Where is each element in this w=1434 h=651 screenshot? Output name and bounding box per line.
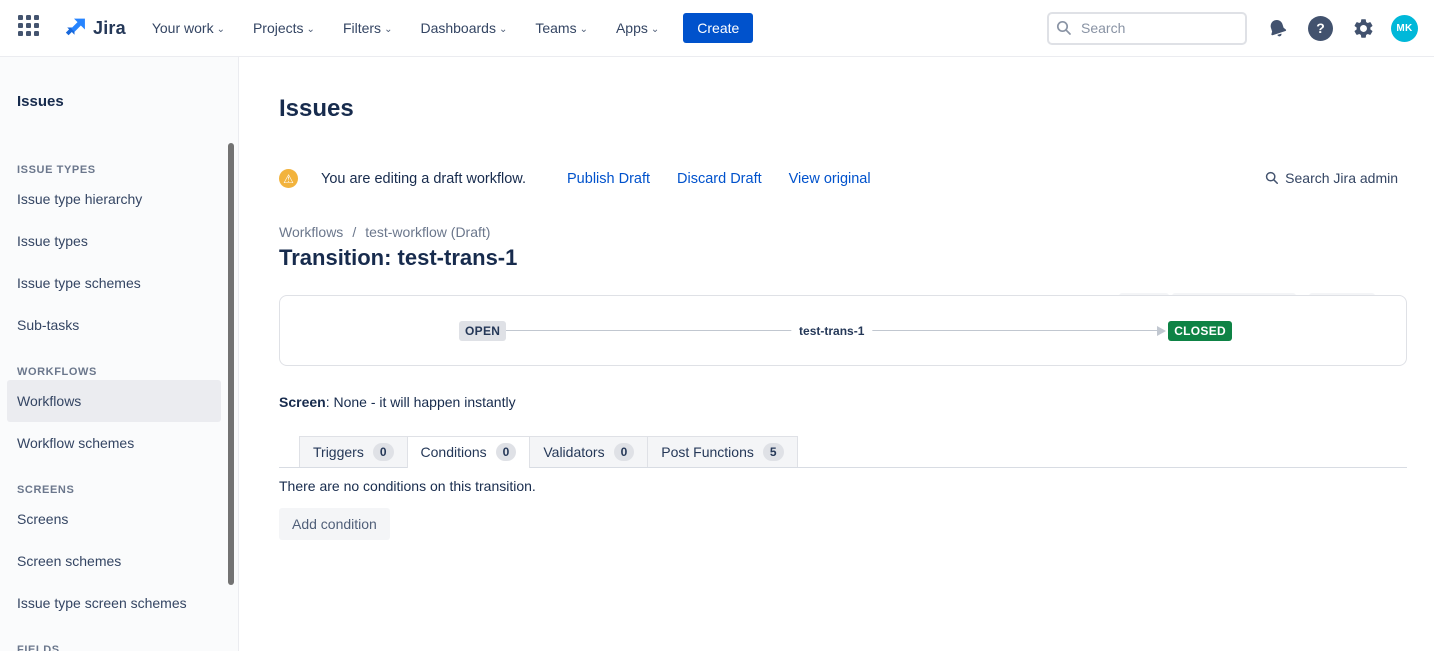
transition-diagram: OPEN test-trans-1 CLOSED — [279, 295, 1407, 366]
search-jira-admin-link[interactable]: Search Jira admin — [1265, 170, 1398, 186]
sidebar-item-sub-tasks[interactable]: Sub-tasks — [0, 304, 221, 346]
jira-logo[interactable]: Jira — [62, 16, 126, 41]
publish-draft-link[interactable]: Publish Draft — [567, 171, 650, 187]
tab-count-badge: 0 — [614, 443, 635, 461]
breadcrumb-workflows-link[interactable]: Workflows — [279, 224, 343, 240]
empty-conditions-message: There are no conditions on this transiti… — [279, 478, 1407, 494]
nav-menu-dashboards[interactable]: Dashboards⌄ — [410, 14, 517, 42]
status-open-badge[interactable]: OPEN — [459, 321, 506, 341]
sidebar-item-workflows[interactable]: Workflows — [7, 380, 221, 422]
sidebar-section: WORKFLOWS WorkflowsWorkflow schemes — [0, 366, 238, 464]
nav-menu-filters[interactable]: Filters⌄ — [333, 14, 403, 42]
sidebar-scrollbar[interactable] — [228, 143, 234, 585]
sidebar-item-issue-type-hierarchy[interactable]: Issue type hierarchy — [0, 178, 221, 220]
tab-count-badge: 0 — [496, 443, 517, 461]
nav-menu-apps[interactable]: Apps⌄ — [606, 14, 669, 42]
sidebar-section-label: FIELDS — [17, 644, 222, 651]
search-icon — [1056, 20, 1072, 41]
transition-title: Transition: test-trans-1 — [279, 245, 1407, 271]
transition-label[interactable]: test-trans-1 — [791, 324, 872, 338]
settings-gear-icon[interactable] — [1352, 17, 1375, 40]
sidebar-item-issue-type-schemes[interactable]: Issue type schemes — [0, 262, 221, 304]
chevron-down-icon: ⌄ — [217, 24, 225, 35]
sidebar-section: FIELDS — [0, 644, 238, 651]
screen-info-value: : None - it will happen instantly — [326, 394, 516, 410]
sidebar-section-label: WORKFLOWS — [17, 366, 222, 380]
transition-tabs: Triggers 0 Conditions 0 Validators 0 Pos… — [279, 436, 1407, 468]
tab-count-badge: 5 — [763, 443, 784, 461]
app-switcher-icon[interactable] — [18, 15, 44, 41]
magnifier-icon — [1265, 171, 1279, 185]
arrow-head-icon — [1157, 326, 1166, 336]
discard-draft-link[interactable]: Discard Draft — [677, 171, 762, 187]
chevron-down-icon: ⌄ — [651, 24, 659, 35]
search-input[interactable] — [1047, 12, 1247, 45]
sidebar-item-issue-types[interactable]: Issue types — [0, 220, 221, 262]
transition-line: test-trans-1 — [506, 330, 1157, 331]
main-content: Issues Search Jira admin ⚠ You are editi… — [239, 57, 1434, 651]
user-avatar[interactable]: MK — [1391, 15, 1418, 42]
page-title: Issues — [279, 95, 1407, 123]
create-button[interactable]: Create — [683, 13, 753, 43]
sidebar-section-label: SCREENS — [17, 484, 222, 498]
nav-menu-teams[interactable]: Teams⌄ — [525, 14, 598, 42]
draft-banner: ⚠ You are editing a draft workflow. Publ… — [279, 169, 1407, 188]
chevron-down-icon: ⌄ — [499, 24, 507, 35]
warning-icon: ⚠ — [279, 169, 298, 188]
sidebar-item-screen-schemes[interactable]: Screen schemes — [0, 540, 221, 582]
app-name: Jira — [93, 18, 126, 39]
sidebar-section-label: ISSUE TYPES — [17, 164, 222, 178]
admin-sidebar: Issues ISSUE TYPES Issue type hierarchyI… — [0, 57, 239, 651]
tab-count-badge: 0 — [373, 443, 394, 461]
screen-info-label: Screen — [279, 394, 326, 410]
top-nav: Jira Your work⌄ Projects⌄ Filters⌄Dashboar… — [0, 0, 1434, 57]
add-condition-button[interactable]: Add condition — [279, 508, 390, 540]
jira-logo-icon — [62, 16, 87, 41]
tab-validators[interactable]: Validators 0 — [529, 436, 648, 467]
breadcrumb-current: test-workflow (Draft) — [365, 224, 490, 240]
sidebar-item-workflow-schemes[interactable]: Workflow schemes — [0, 422, 221, 464]
sidebar-item-issue-type-screen-schemes[interactable]: Issue type screen schemes — [0, 582, 221, 624]
global-search — [1047, 12, 1247, 45]
help-icon[interactable]: ? — [1308, 16, 1333, 41]
chevron-down-icon: ⌄ — [580, 24, 588, 35]
nav-menu-projects[interactable]: Projects⌄ — [243, 14, 325, 42]
tab-triggers[interactable]: Triggers 0 — [299, 436, 408, 467]
sidebar-title: Issues — [17, 93, 222, 110]
chevron-down-icon: ⌄ — [384, 24, 392, 35]
sidebar-item-screens[interactable]: Screens — [0, 498, 221, 540]
screen-info: Screen: None - it will happen instantly — [279, 394, 1407, 410]
notifications-bell-icon[interactable] — [1263, 14, 1292, 43]
nav-menu-your-work[interactable]: Your work⌄ — [142, 14, 235, 42]
tab-conditions[interactable]: Conditions 0 — [407, 436, 531, 468]
view-original-link[interactable]: View original — [789, 171, 871, 187]
breadcrumb: Workflows / test-workflow (Draft) — [279, 224, 1407, 240]
draft-banner-actions: Publish Draft Discard Draft View original — [540, 171, 871, 187]
tab-post-functions[interactable]: Post Functions 5 — [647, 436, 797, 467]
nav-menus: Your work⌄ Projects⌄ Filters⌄Dashboards⌄ Te… — [142, 14, 677, 42]
breadcrumb-separator: / — [352, 224, 356, 240]
draft-banner-message: You are editing a draft workflow. — [321, 171, 526, 187]
sidebar-section: ISSUE TYPES Issue type hierarchyIssue ty… — [0, 164, 238, 346]
chevron-down-icon: ⌄ — [307, 24, 315, 35]
sidebar-section: SCREENS ScreensScreen schemesIssue type … — [0, 484, 238, 624]
status-closed-badge[interactable]: CLOSED — [1168, 321, 1232, 341]
